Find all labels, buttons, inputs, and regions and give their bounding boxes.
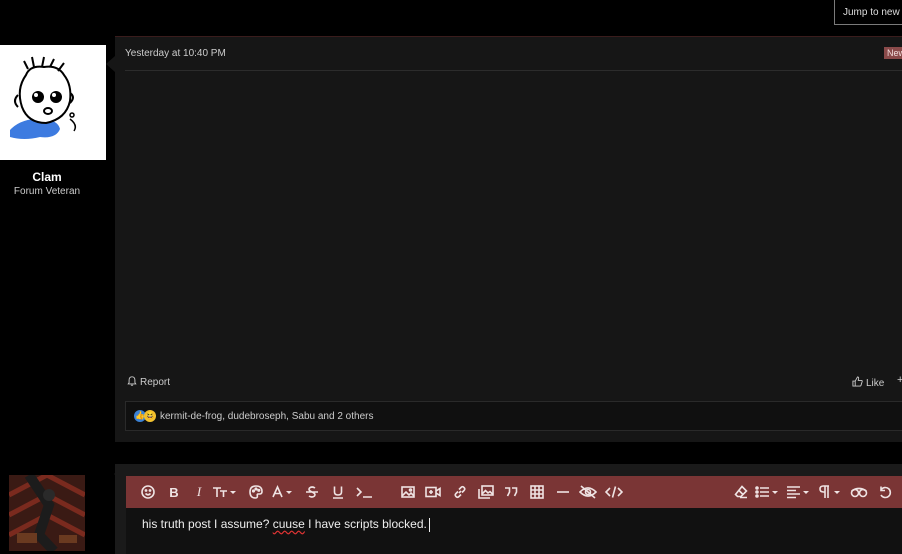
author-username[interactable]: Clam xyxy=(0,170,94,184)
bold-icon[interactable]: B xyxy=(166,476,182,508)
underline-icon[interactable] xyxy=(330,476,346,508)
author-avatar[interactable] xyxy=(0,45,106,160)
author-title: Forum Veteran xyxy=(13,186,81,197)
like-label: Like xyxy=(866,377,885,389)
reply-text-end: I have scripts blocked. xyxy=(304,517,427,531)
message-divider xyxy=(125,70,902,71)
media-gallery-icon[interactable] xyxy=(477,476,495,508)
remove-format-icon[interactable] xyxy=(733,476,749,508)
reactions-list-link[interactable]: kermit-de-frog, dudebroseph, Sabu and 2 … xyxy=(160,411,373,422)
like-button[interactable]: Like xyxy=(852,376,884,390)
inline-code-icon[interactable] xyxy=(354,476,374,508)
report-label: Report xyxy=(140,377,171,388)
font-family-icon[interactable] xyxy=(272,476,294,508)
preview-icon[interactable] xyxy=(850,476,868,508)
more-reactions-button[interactable]: + xyxy=(897,374,902,386)
new-badge: New xyxy=(884,47,902,59)
editor-toolbar: B I xyxy=(126,476,902,508)
haha-reaction-icon: 😆 xyxy=(144,410,156,422)
message-arrow xyxy=(106,56,115,72)
horizontal-rule-icon[interactable] xyxy=(555,476,571,508)
strikethrough-icon[interactable] xyxy=(304,476,320,508)
reactions-bar: 👍 😆 kermit-de-frog, dudebroseph, Sabu an… xyxy=(125,401,902,431)
video-icon[interactable] xyxy=(424,476,442,508)
reply-avatar-image xyxy=(9,475,85,551)
italic-icon[interactable]: I xyxy=(192,476,206,508)
paragraph-icon[interactable] xyxy=(819,476,843,508)
bell-icon xyxy=(127,376,137,389)
message-body: Yesterday at 10:40 PM New Report Like + … xyxy=(115,36,902,442)
doodle-avatar-image xyxy=(10,56,77,139)
link-icon[interactable] xyxy=(452,476,468,508)
table-icon[interactable] xyxy=(529,476,545,508)
color-palette-icon[interactable] xyxy=(248,476,264,508)
image-icon[interactable] xyxy=(400,476,416,508)
spoiler-icon[interactable] xyxy=(579,476,597,508)
align-icon[interactable] xyxy=(786,476,812,508)
list-icon[interactable] xyxy=(755,476,781,508)
undo-icon[interactable] xyxy=(877,476,893,508)
jump-to-new-button[interactable]: Jump to new xyxy=(834,0,902,25)
font-size-icon[interactable] xyxy=(212,476,238,508)
reply-text-start: his truth post I assume? xyxy=(142,517,273,531)
quote-icon[interactable] xyxy=(503,476,519,508)
message-date-link[interactable]: Yesterday at 10:40 PM xyxy=(125,48,226,59)
reply-editor[interactable]: his truth post I assume? cuuse I have sc… xyxy=(126,508,902,554)
smilie-icon[interactable] xyxy=(140,476,156,508)
thumbs-up-icon xyxy=(852,376,863,390)
report-button[interactable]: Report xyxy=(127,376,170,389)
text-caret xyxy=(428,517,430,532)
reply-user-avatar xyxy=(9,475,85,551)
misspelled-word: cuuse xyxy=(272,517,305,531)
code-icon[interactable] xyxy=(605,476,623,508)
